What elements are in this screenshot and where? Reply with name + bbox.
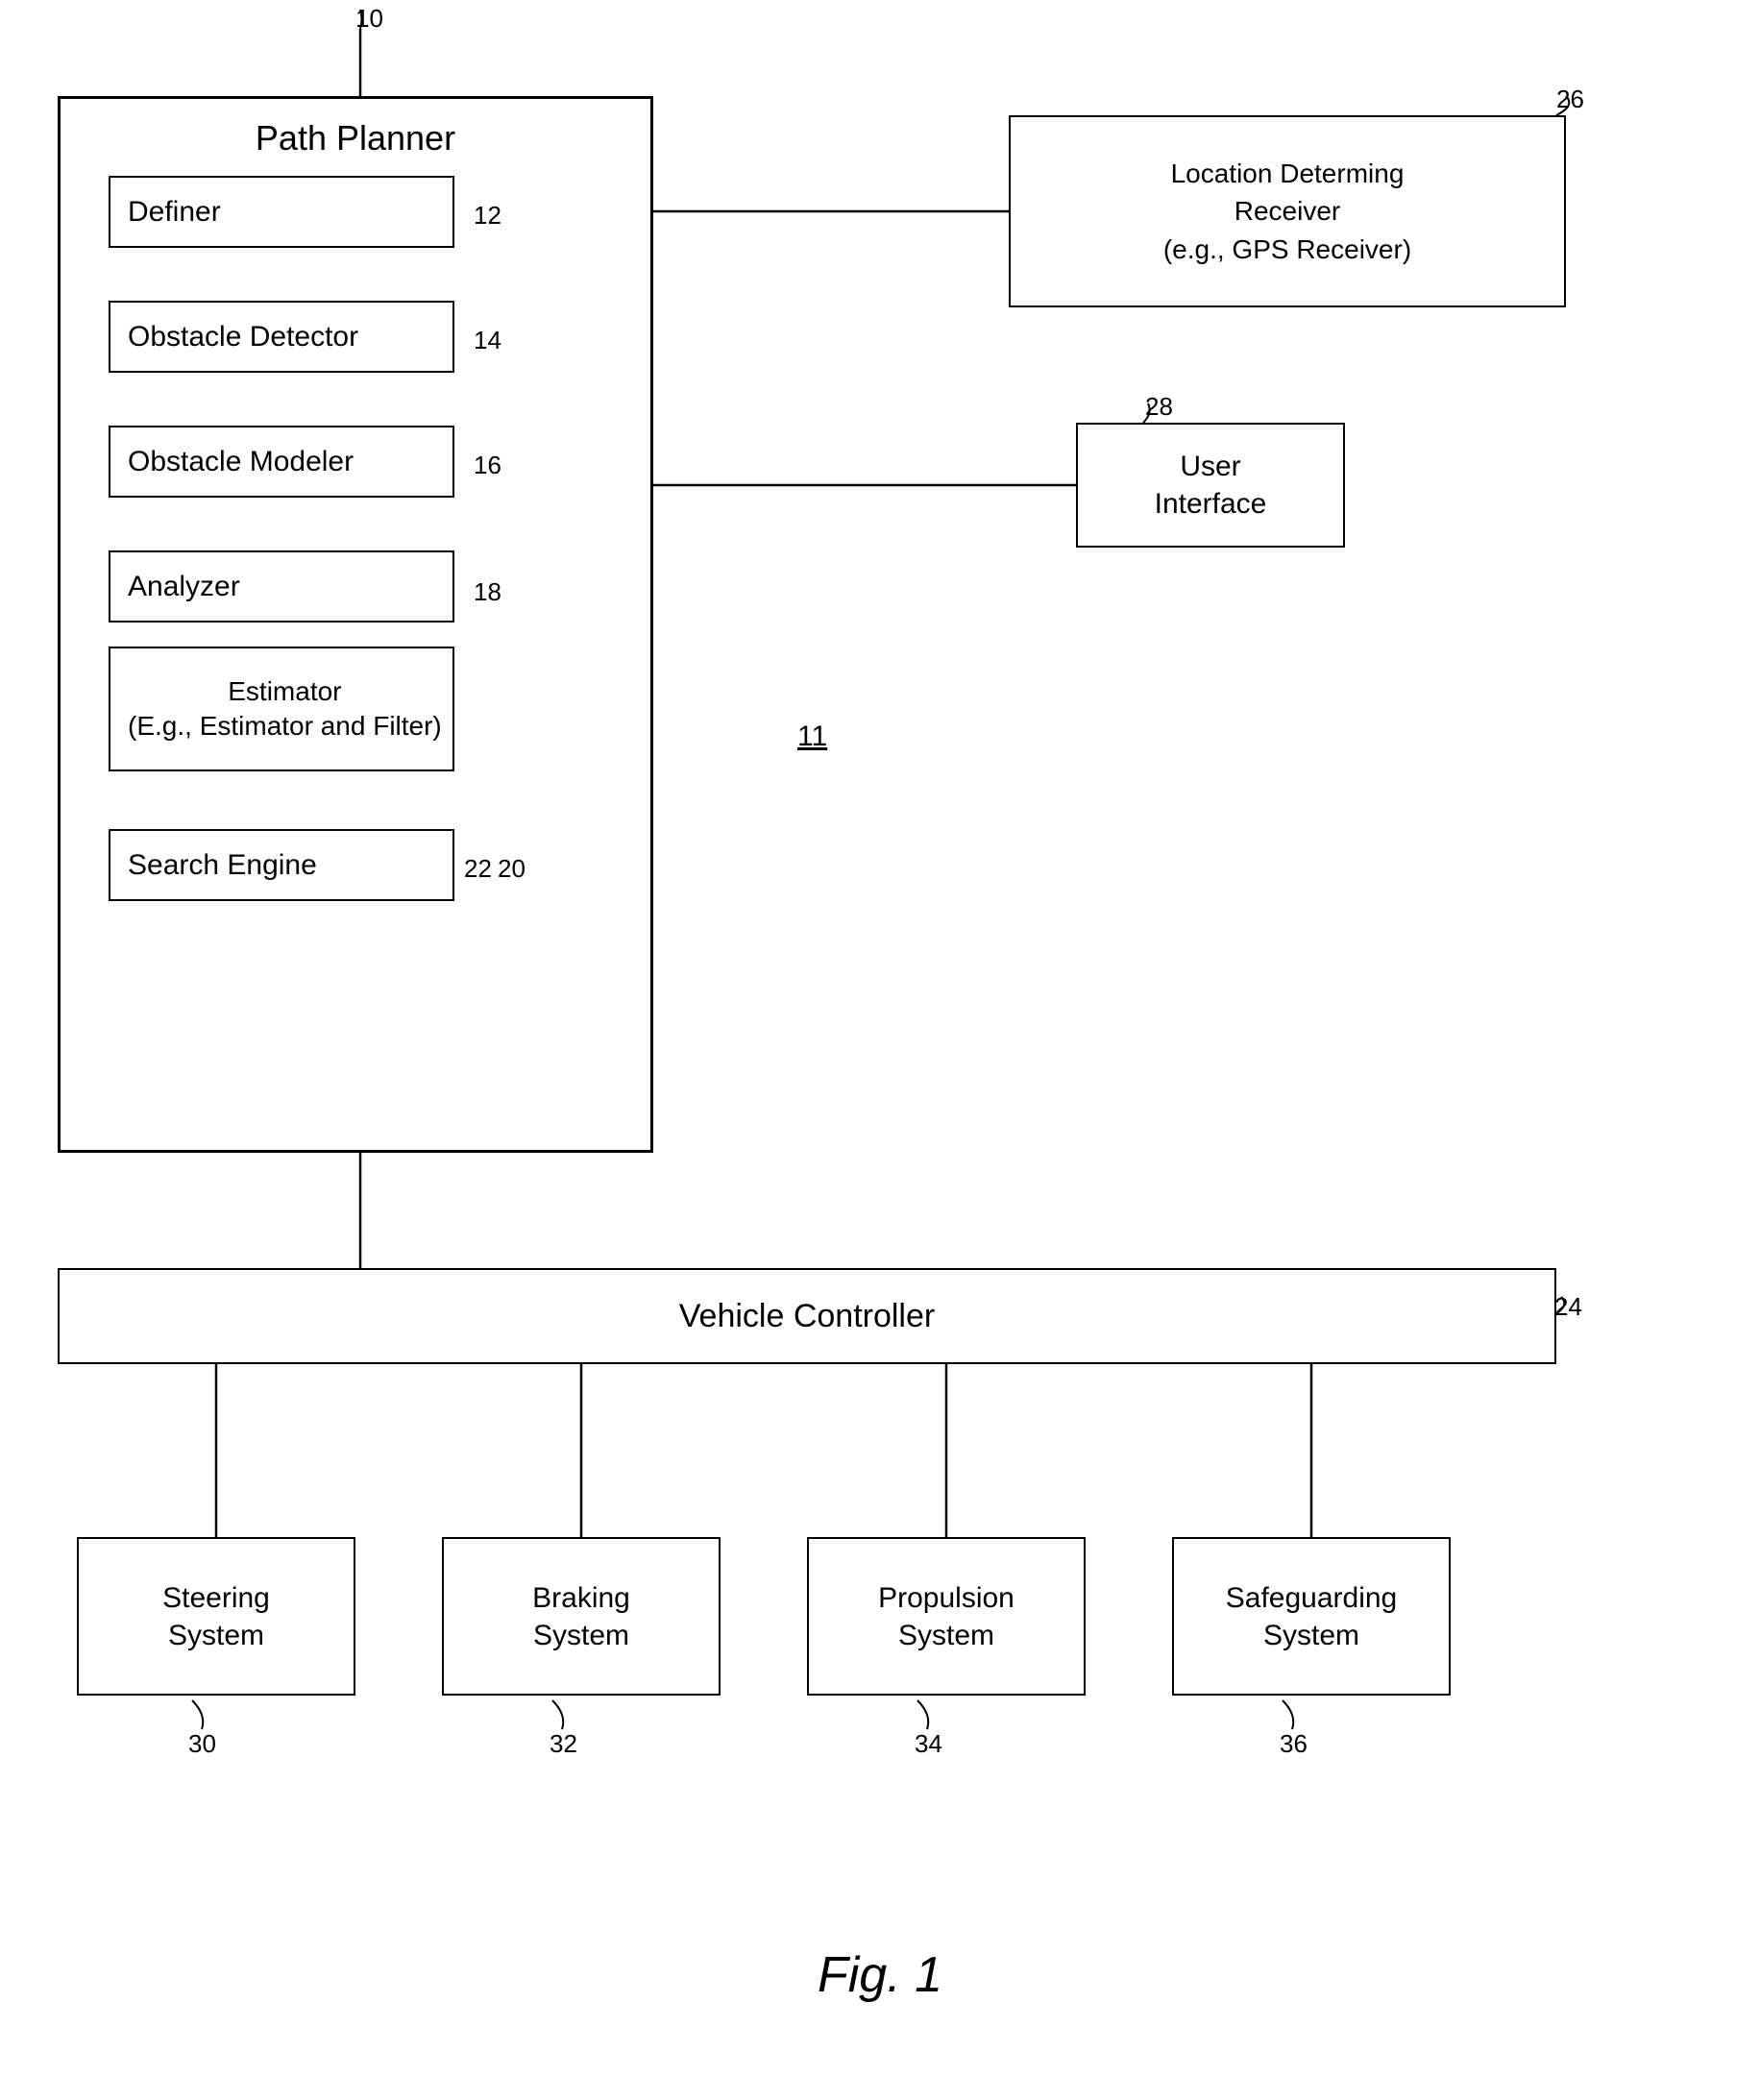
search-engine-box: Search Engine xyxy=(109,829,454,901)
safeguarding-label: Safeguarding System xyxy=(1226,1579,1397,1654)
estimator-label: Estimator (E.g., Estimator and Filter) xyxy=(128,674,442,745)
obstacle-modeler-ref: 16 xyxy=(474,450,501,482)
fig-label: Fig. 1 xyxy=(818,1946,942,2004)
analyzer-box: Analyzer xyxy=(109,550,454,623)
search-engine-label: Search Engine xyxy=(128,846,317,884)
definer-label: Definer xyxy=(128,193,221,231)
search-engine-ref-20: 20 xyxy=(498,853,526,886)
braking-label: Braking System xyxy=(532,1579,630,1654)
path-planner-box: Path Planner Definer 12 Obstacle Detecto… xyxy=(58,96,653,1153)
obstacle-detector-label: Obstacle Detector xyxy=(128,318,358,355)
estimator-box: Estimator (E.g., Estimator and Filter) xyxy=(109,647,454,771)
vehicle-controller-box: Vehicle Controller xyxy=(58,1268,1556,1364)
safeguarding-system-box: Safeguarding System xyxy=(1172,1537,1451,1696)
obstacle-detector-ref: 14 xyxy=(474,325,501,357)
obstacle-modeler-label: Obstacle Modeler xyxy=(128,443,354,480)
location-label: Location Determing Receiver (e.g., GPS R… xyxy=(1163,155,1411,268)
propulsion-ref: 34 xyxy=(915,1729,942,1759)
safeguarding-ref: 36 xyxy=(1280,1729,1308,1759)
location-ref: 26 xyxy=(1556,85,1584,114)
path-planner-title: Path Planner xyxy=(61,116,650,161)
propulsion-system-box: Propulsion System xyxy=(807,1537,1086,1696)
steering-ref: 30 xyxy=(188,1729,216,1759)
propulsion-label: Propulsion System xyxy=(878,1579,1014,1654)
svg-text:10: 10 xyxy=(355,4,383,33)
steering-label: Steering System xyxy=(162,1579,270,1654)
vehicle-controller-label: Vehicle Controller xyxy=(679,1295,935,1337)
braking-ref: 32 xyxy=(550,1729,577,1759)
user-interface-label: User Interface xyxy=(1155,448,1267,523)
steering-system-box: Steering System xyxy=(77,1537,355,1696)
diagram: 10 xyxy=(0,0,1760,2100)
location-box: Location Determing Receiver (e.g., GPS R… xyxy=(1009,115,1566,307)
user-interface-ref: 28 xyxy=(1145,392,1173,422)
obstacle-modeler-box: Obstacle Modeler xyxy=(109,426,454,498)
definer-ref: 12 xyxy=(474,200,501,232)
search-engine-ref-22: 22 xyxy=(464,853,492,886)
label-11: 11 xyxy=(797,720,827,753)
obstacle-detector-box: Obstacle Detector xyxy=(109,301,454,373)
braking-system-box: Braking System xyxy=(442,1537,721,1696)
analyzer-label: Analyzer xyxy=(128,568,240,605)
analyzer-ref: 18 xyxy=(474,576,501,609)
vehicle-controller-ref: 24 xyxy=(1554,1292,1582,1322)
definer-box: Definer xyxy=(109,176,454,248)
user-interface-box: User Interface xyxy=(1076,423,1345,548)
